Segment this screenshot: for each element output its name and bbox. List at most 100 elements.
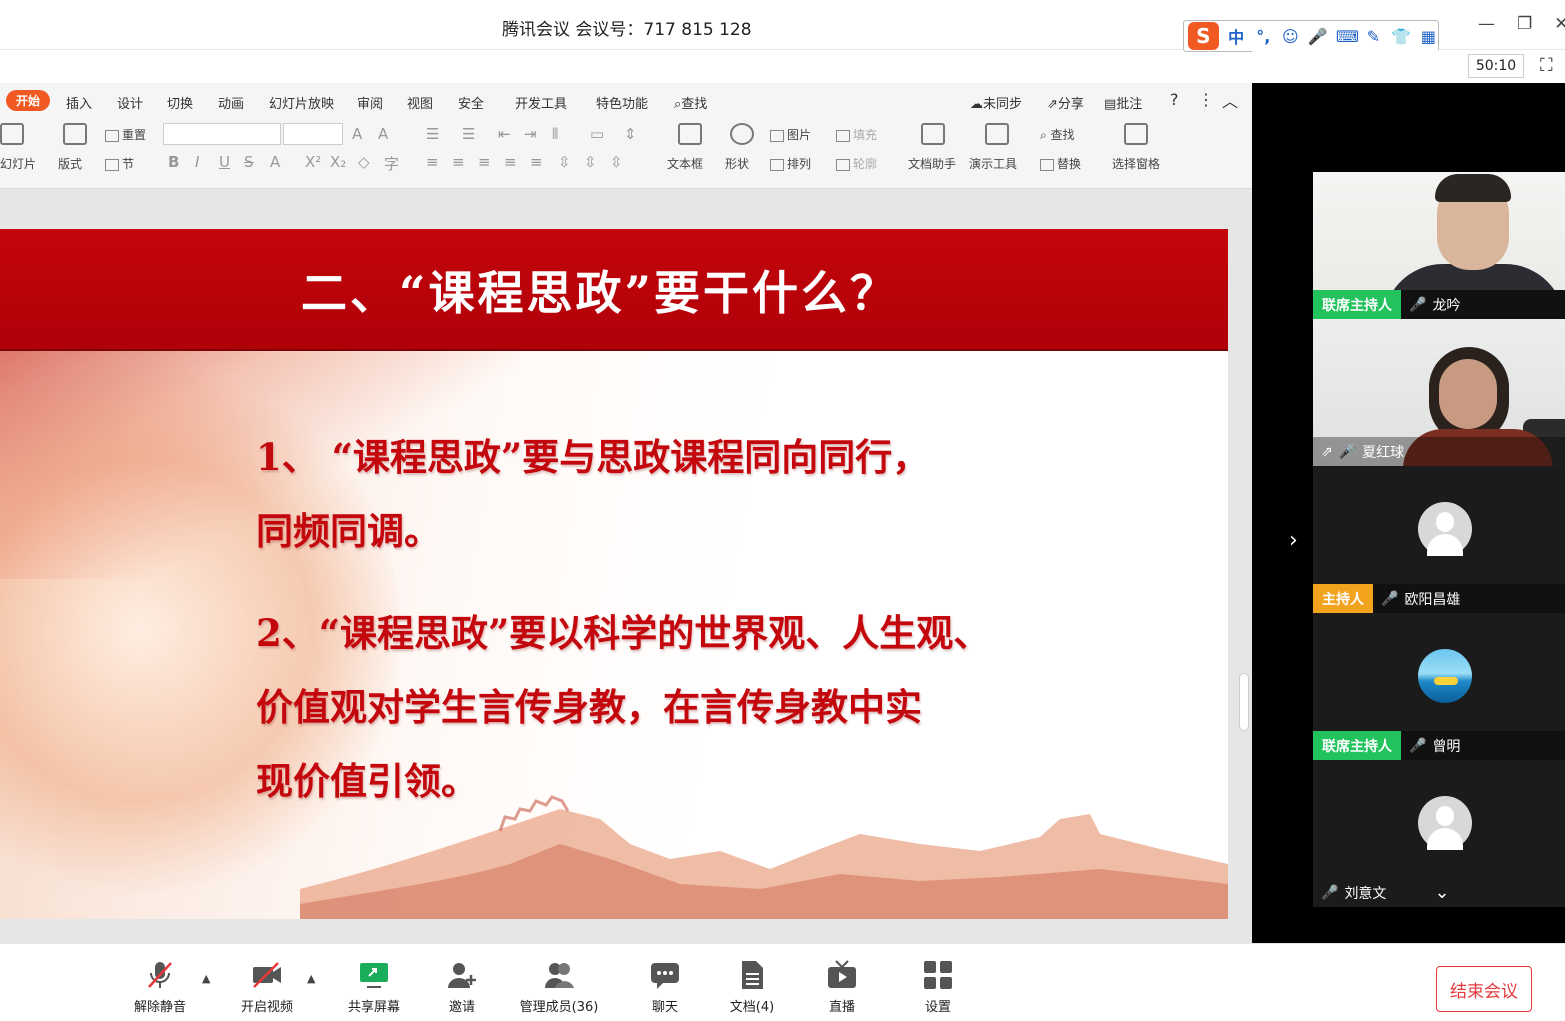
sync-status[interactable]: ☁未同步 <box>970 93 1022 112</box>
shape-icon[interactable] <box>730 123 754 145</box>
live-button[interactable]: 直播 <box>802 960 882 1015</box>
share-button[interactable]: ⇗分享 <box>1047 93 1084 112</box>
video-options-caret[interactable]: ▲ <box>307 972 315 985</box>
ime-skin-icon[interactable]: 👕 <box>1391 27 1411 46</box>
numbered-list-icon[interactable]: ☰ <box>462 125 475 143</box>
menu-search[interactable]: ⌕查找 <box>674 93 707 112</box>
font-name-select[interactable] <box>163 123 281 145</box>
picture-button[interactable]: 图片 <box>770 126 811 143</box>
menu-tab-security[interactable]: 安全 <box>458 93 484 112</box>
slide-scrollbar[interactable] <box>1238 197 1250 937</box>
new-slide-icon[interactable] <box>0 123 24 145</box>
section-button[interactable]: 节 <box>105 155 134 172</box>
vertical-align-icon[interactable]: ⇳ <box>584 153 597 171</box>
font-color-icon[interactable]: A <box>270 153 280 171</box>
docs-button[interactable]: 文档(4) <box>712 960 792 1015</box>
chat-button[interactable]: 聊天 <box>625 960 705 1015</box>
textbox-button[interactable]: 文本框 <box>667 155 703 172</box>
panel-toggle-icon[interactable]: › <box>1289 528 1298 553</box>
present-tools-button[interactable]: 演示工具 <box>969 155 1017 172</box>
ime-emoji-icon[interactable]: ☺ <box>1281 27 1300 46</box>
ime-toolbox-icon[interactable]: ▦ <box>1419 27 1438 46</box>
distribute-icon[interactable]: ≡ <box>530 153 543 171</box>
bullet-list-icon[interactable]: ☰ <box>426 125 439 143</box>
text-direction-icon[interactable]: ⫴ <box>552 125 558 143</box>
menu-tab-start[interactable]: 开始 <box>6 90 50 111</box>
collapse-ribbon-icon[interactable]: ︿ <box>1222 88 1238 112</box>
menu-tab-animation[interactable]: 动画 <box>218 93 244 112</box>
video-tile-xiahongqiu[interactable]: ⇗ 🎤 夏红球 <box>1313 319 1565 466</box>
video-tile-ouyangchangxiong[interactable]: 主持人 🎤 欧阳昌雄 <box>1313 466 1565 613</box>
paragraph-spacing-icon[interactable]: ⇳ <box>558 153 571 171</box>
superscript-icon[interactable]: X² <box>305 153 321 171</box>
minimize-button[interactable]: — <box>1478 14 1495 34</box>
underline-icon[interactable]: U <box>219 153 230 171</box>
restore-button[interactable]: ❐ <box>1517 14 1532 34</box>
select-pane-button[interactable]: 选择窗格 <box>1112 155 1160 172</box>
present-tools-icon[interactable] <box>985 123 1009 145</box>
textbox-icon[interactable] <box>678 123 702 145</box>
decrease-indent-icon[interactable]: ⇤ <box>498 125 511 143</box>
layout-button[interactable]: 版式 <box>58 155 82 172</box>
ime-handwrite-icon[interactable]: ✎ <box>1364 27 1383 46</box>
subscript-icon[interactable]: X₂ <box>330 153 346 171</box>
menu-tab-transition[interactable]: 切换 <box>167 93 193 112</box>
comment-button[interactable]: ▤批注 <box>1104 93 1142 112</box>
menu-tab-view[interactable]: 视图 <box>407 93 433 112</box>
bold-icon[interactable]: B <box>168 153 179 171</box>
reset-button[interactable]: 重置 <box>105 126 146 143</box>
align-right-icon[interactable]: ≡ <box>478 153 491 171</box>
outline-button[interactable]: 轮廓 <box>836 155 877 172</box>
fill-button[interactable]: 填充 <box>836 126 877 143</box>
close-button[interactable]: ✕ <box>1554 14 1565 34</box>
ime-toolbar[interactable]: S 中 °, ☺ 🎤 ⌨ ✎ 👕 ▦ <box>1183 20 1439 52</box>
invite-button[interactable]: 邀请 <box>422 960 502 1015</box>
italic-icon[interactable]: I <box>195 153 199 171</box>
replace-button[interactable]: 替换 <box>1040 155 1081 172</box>
audio-options-caret[interactable]: ▲ <box>202 972 210 985</box>
menu-tab-insert[interactable]: 插入 <box>66 93 92 112</box>
line-spacing-icon[interactable]: ⇕ <box>624 125 637 143</box>
video-tile-longyin[interactable]: 联席主持人 🎤 龙吟 <box>1313 172 1565 319</box>
align-center-icon[interactable]: ≡ <box>452 153 465 171</box>
strikethrough-icon[interactable]: S <box>244 153 254 171</box>
select-pane-icon[interactable] <box>1124 123 1148 145</box>
arrange-button[interactable]: 排列 <box>770 155 811 172</box>
smartart-icon[interactable]: ⇳ <box>610 153 623 171</box>
doc-assistant-button[interactable]: 文档助手 <box>908 155 956 172</box>
menu-tab-design[interactable]: 设计 <box>117 93 143 112</box>
ime-punct-icon[interactable]: °, <box>1254 27 1273 46</box>
share-screen-button[interactable]: 共享屏幕 <box>334 960 414 1015</box>
video-tile-zengming[interactable]: 联席主持人 🎤 曾明 <box>1313 613 1565 760</box>
phonetic-icon[interactable]: 字 <box>384 153 399 174</box>
new-slide-button[interactable]: 幻灯片 <box>0 155 36 172</box>
justify-icon[interactable]: ≡ <box>504 153 517 171</box>
fullscreen-icon[interactable]: ⛶ <box>1540 55 1553 76</box>
font-size-select[interactable] <box>283 123 343 145</box>
doc-assistant-icon[interactable] <box>921 123 945 145</box>
video-tile-liuyiwen[interactable]: 🎤 刘意文 ⌄ <box>1313 760 1565 907</box>
menu-tab-slideshow[interactable]: 幻灯片放映 <box>269 93 334 112</box>
menu-tab-review[interactable]: 审阅 <box>357 93 383 112</box>
menu-tab-features[interactable]: 特色功能 <box>596 93 648 112</box>
grow-font-icon[interactable]: A <box>352 125 362 143</box>
ime-keyboard-icon[interactable]: ⌨ <box>1336 27 1359 46</box>
ime-lang-icon[interactable]: 中 <box>1227 24 1246 48</box>
shrink-font-icon[interactable]: A <box>378 125 388 143</box>
more-icon[interactable]: ⋮ <box>1198 90 1214 109</box>
layout-icon[interactable] <box>63 123 87 145</box>
columns-icon[interactable]: ▭ <box>590 125 604 143</box>
align-left-icon[interactable]: ≡ <box>426 153 439 171</box>
end-meeting-button[interactable]: 结束会议 <box>1436 966 1532 1012</box>
menu-tab-developer[interactable]: 开发工具 <box>515 93 567 112</box>
collapse-tiles-icon[interactable]: ⌄ <box>1434 882 1449 903</box>
unmute-button[interactable]: 解除静音 <box>120 960 200 1015</box>
clear-format-icon[interactable]: ◇ <box>358 153 370 171</box>
start-video-button[interactable]: 开启视频 <box>227 960 307 1015</box>
slide-scrollbar-thumb[interactable] <box>1239 673 1249 731</box>
sogou-ime-logo-icon[interactable]: S <box>1188 22 1219 50</box>
help-icon[interactable]: ? <box>1170 90 1179 109</box>
settings-button[interactable]: 设置 <box>898 960 978 1015</box>
find-button[interactable]: ⌕ 查找 <box>1040 126 1075 143</box>
increase-indent-icon[interactable]: ⇥ <box>524 125 537 143</box>
